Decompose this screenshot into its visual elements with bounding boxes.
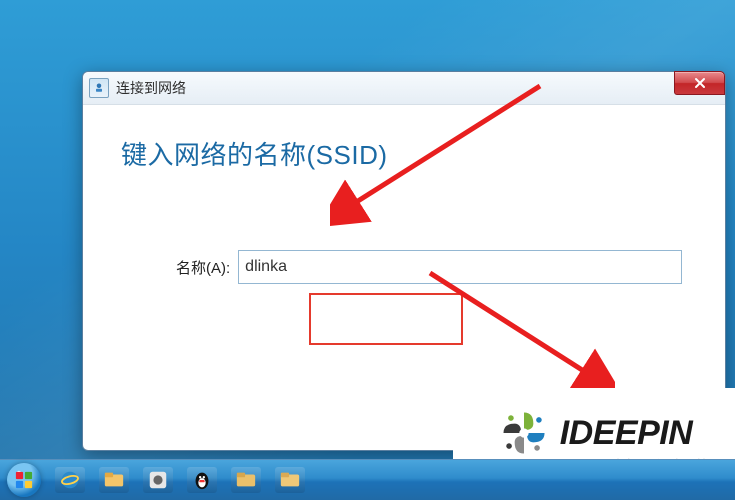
taskbar-pin-folder2[interactable] bbox=[268, 460, 312, 500]
folder-icon bbox=[231, 467, 261, 493]
ie-icon bbox=[55, 467, 85, 493]
desktop-background: 连接到网络 键入网络的名称(SSID) 名称(A): bbox=[0, 0, 735, 500]
name-row: 名称(A): bbox=[176, 250, 687, 284]
taskbar-pin-ie[interactable] bbox=[48, 460, 92, 500]
start-button[interactable] bbox=[0, 460, 48, 500]
titlebar[interactable]: 连接到网络 bbox=[83, 72, 725, 105]
dialog-title: 连接到网络 bbox=[116, 78, 186, 98]
ssid-input[interactable] bbox=[238, 250, 682, 284]
dialog-heading: 键入网络的名称(SSID) bbox=[121, 135, 687, 172]
taskbar-pin-explorer[interactable] bbox=[92, 460, 136, 500]
explorer-icon bbox=[99, 467, 129, 493]
brand-logo-text: IDEEPIN bbox=[560, 414, 693, 453]
app-icon bbox=[143, 467, 173, 493]
highlight-box bbox=[309, 293, 463, 345]
taskbar-pin-app[interactable] bbox=[136, 460, 180, 500]
taskbar[interactable] bbox=[0, 459, 735, 500]
dialog-body: 键入网络的名称(SSID) 名称(A): bbox=[83, 105, 725, 284]
taskbar-pin-qq[interactable] bbox=[180, 460, 224, 500]
windows-logo-icon bbox=[7, 463, 41, 497]
name-label: 名称(A): bbox=[176, 257, 230, 278]
dialog-icon bbox=[89, 78, 109, 98]
folder2-icon bbox=[275, 467, 305, 493]
brand-logo-icon bbox=[496, 405, 552, 461]
close-button[interactable] bbox=[674, 71, 725, 95]
penguin-icon bbox=[187, 467, 217, 493]
taskbar-pin-folder[interactable] bbox=[224, 460, 268, 500]
